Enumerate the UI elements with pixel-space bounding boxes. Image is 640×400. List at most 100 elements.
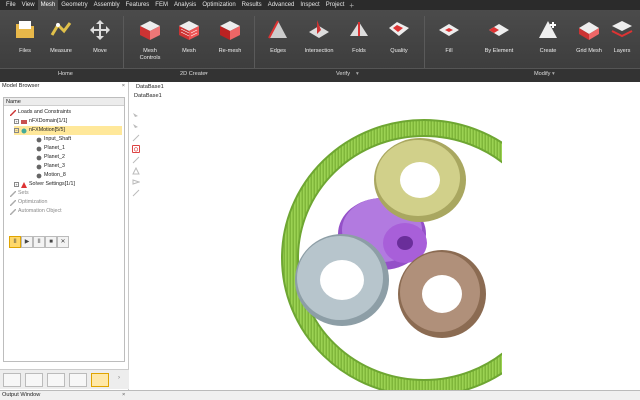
- domain-icon: [21, 119, 27, 125]
- property-tab[interactable]: [25, 373, 43, 387]
- chevron-right-icon[interactable]: ›: [118, 375, 120, 381]
- tree-item-optimization[interactable]: Optimization: [9, 198, 47, 207]
- edges-icon: [268, 20, 287, 39]
- intersection-icon: [309, 20, 329, 38]
- arrow-icon[interactable]: [132, 189, 140, 197]
- menu-mesh[interactable]: Mesh: [37, 0, 59, 10]
- tree-item-nfxmotion[interactable]: − nFXMotion[5/5]: [14, 126, 122, 135]
- polygon-icon[interactable]: [132, 178, 141, 186]
- layer-tab[interactable]: [69, 373, 87, 387]
- model-browser: Model Browser × Name Loads and Constrain…: [0, 82, 129, 390]
- mesh-icon: [179, 21, 199, 40]
- close-playback-button[interactable]: ✕: [57, 236, 69, 248]
- fill-button[interactable]: Fill: [424, 14, 474, 64]
- expand-icon[interactable]: +: [14, 119, 19, 124]
- pointer-icon[interactable]: [132, 123, 140, 131]
- menu-inspect[interactable]: Inspect: [297, 0, 322, 10]
- automation-icon: [9, 208, 17, 215]
- graphics-viewport[interactable]: DataBase1 DataBase1: [130, 82, 640, 390]
- layers-icon: [611, 21, 633, 38]
- chevron-down-icon[interactable]: ▾: [356, 71, 359, 77]
- optimization-icon: [9, 199, 17, 206]
- close-icon[interactable]: ×: [122, 391, 125, 400]
- menu-results[interactable]: Results: [239, 0, 265, 10]
- play-button[interactable]: ▶: [21, 236, 33, 248]
- tree-item-nfxdomain[interactable]: + nFXDomain[1/1]: [14, 117, 67, 126]
- create-icon: [539, 21, 557, 38]
- breadcrumb: DataBase1: [134, 93, 162, 99]
- tree-item-solver-settings[interactable]: + Solver Settings[1/1]: [14, 180, 75, 189]
- collapse-icon[interactable]: −: [14, 128, 19, 133]
- output-window: Output Window ×: [0, 390, 640, 400]
- model-tree: Name Loads and Constraints + nFXDomain[1…: [3, 97, 125, 362]
- select-icon[interactable]: [132, 112, 140, 120]
- playback-toolbar: II ▶ II ■ ✕: [9, 236, 69, 248]
- cube-icon[interactable]: [132, 145, 140, 153]
- tree-item-input-shaft[interactable]: Input_Shaft: [36, 135, 71, 144]
- folds-icon: [350, 22, 368, 36]
- layers-button[interactable]: Layers: [604, 14, 640, 64]
- pause-button[interactable]: II: [9, 236, 21, 248]
- tree-item-planet-3[interactable]: Planet_3: [36, 162, 65, 171]
- tree-item-automation-object[interactable]: Automation Object: [9, 207, 62, 216]
- add-tab-icon[interactable]: +: [347, 1, 356, 10]
- gear-assembly-overlay: [295, 138, 486, 338]
- ribbon-group-bar: Home 2D Create ▾ Verify ▾ Modify ▾: [0, 68, 640, 82]
- viewport-tabs: DataBase1 DataBase1: [134, 83, 166, 99]
- tree-item-sets[interactable]: Sets: [9, 189, 29, 198]
- model-browser-header: Model Browser ×: [0, 82, 128, 91]
- move-button[interactable]: Move: [75, 14, 125, 64]
- loads-icon: [9, 109, 17, 116]
- menu-geometry[interactable]: Geometry: [58, 0, 90, 10]
- model-browser-title: Model Browser: [2, 83, 40, 89]
- planet-gear-yellow: [374, 138, 466, 222]
- quality-button[interactable]: Quality: [374, 14, 424, 64]
- menu-file[interactable]: File: [3, 0, 19, 10]
- close-icon[interactable]: ×: [122, 82, 125, 91]
- gear-icon: [36, 146, 42, 152]
- edit-tab[interactable]: [91, 373, 109, 387]
- remesh-button[interactable]: Re-mesh: [205, 14, 255, 64]
- triangle-icon[interactable]: [132, 166, 140, 175]
- output-window-title: Output Window: [2, 392, 41, 398]
- group-2d-create: 2D Create: [180, 71, 206, 77]
- tree-item-planet-1[interactable]: Planet_1: [36, 144, 65, 153]
- group-modify: Modify: [534, 71, 551, 77]
- gear-icon: [36, 164, 42, 170]
- chevron-down-icon[interactable]: ▾: [552, 71, 555, 77]
- menu-assembly[interactable]: Assembly: [91, 0, 123, 10]
- tree-item-loads-constraints[interactable]: Loads and Constraints: [9, 108, 71, 117]
- gear-icon: [36, 155, 42, 161]
- solver-icon: [21, 181, 27, 188]
- tab-database1[interactable]: DataBase1: [134, 83, 166, 91]
- files-icon: [16, 21, 34, 38]
- menu-view[interactable]: View: [19, 0, 38, 10]
- measure-icon: [50, 22, 72, 36]
- by-element-button[interactable]: By Element: [474, 14, 524, 64]
- group-verify: Verify: [336, 71, 350, 77]
- expand-icon[interactable]: +: [14, 182, 19, 187]
- chevron-down-icon[interactable]: ▾: [205, 71, 208, 77]
- model-browser-tab[interactable]: [3, 373, 21, 387]
- surface-icon[interactable]: [132, 134, 140, 142]
- tree-item-planet-2[interactable]: Planet_2: [36, 153, 65, 162]
- menu-project[interactable]: Project: [323, 0, 348, 10]
- menu-bar: File View Mesh Geometry Assembly Feature…: [0, 0, 640, 10]
- tree-column-name[interactable]: Name: [4, 98, 124, 106]
- gear-icon: [36, 137, 42, 143]
- by-element-icon: [489, 24, 509, 36]
- menu-optimization[interactable]: Optimization: [199, 0, 238, 10]
- quality-icon: [389, 22, 409, 36]
- step-pause-button[interactable]: II: [33, 236, 45, 248]
- view-tab[interactable]: [47, 373, 65, 387]
- remesh-icon: [220, 21, 240, 40]
- stop-button[interactable]: ■: [45, 236, 57, 248]
- tree-item-motion-8[interactable]: Motion_8: [36, 171, 66, 180]
- line-icon[interactable]: [132, 156, 140, 164]
- menu-fem[interactable]: FEM: [152, 0, 171, 10]
- move-icon: [90, 20, 110, 40]
- menu-advanced[interactable]: Advanced: [265, 0, 298, 10]
- view-toolbar: [132, 112, 142, 200]
- menu-analysis[interactable]: Analysis: [171, 0, 199, 10]
- menu-features[interactable]: Features: [123, 0, 153, 10]
